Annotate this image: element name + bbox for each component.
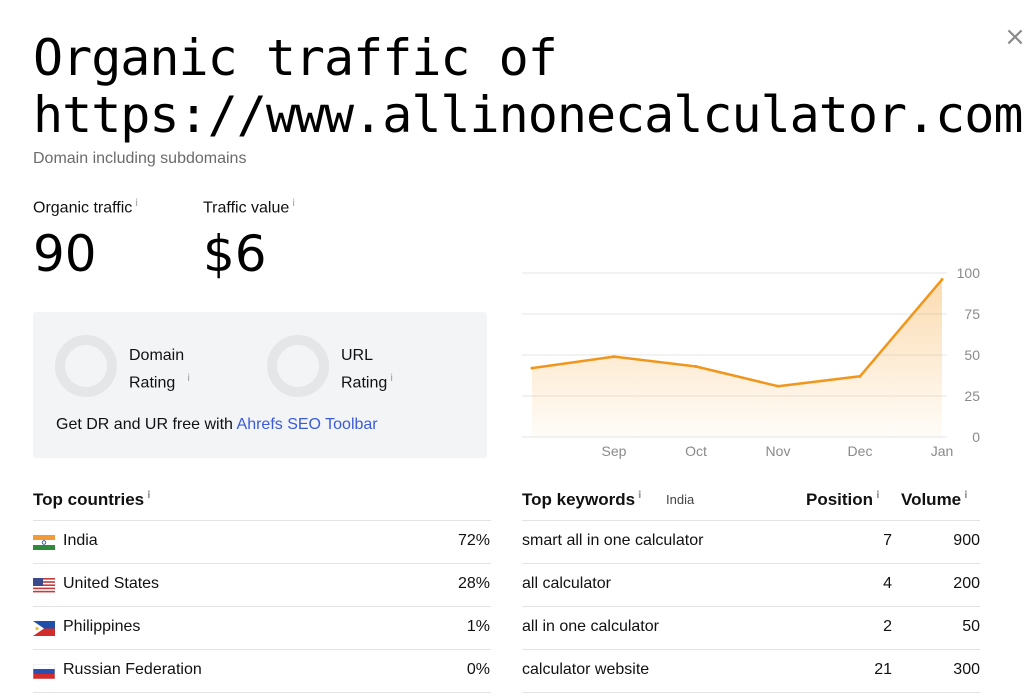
keyword-position: 7 — [883, 532, 892, 549]
country-name[interactable]: Russian Federation — [63, 661, 202, 679]
keyword-text[interactable]: all in one calculator — [522, 618, 659, 636]
chart-y-tick-label: 50 — [964, 347, 980, 363]
country-row-divider — [33, 649, 491, 650]
keyword-position: 21 — [874, 661, 892, 678]
country-share: 0% — [466, 661, 490, 678]
country-share: 72% — [457, 532, 490, 549]
chart-data-point[interactable] — [612, 355, 616, 359]
domain-rating-ring — [55, 335, 117, 397]
keyword-text[interactable]: all calculator — [522, 575, 611, 593]
chart-x-tick-label: Oct — [685, 443, 707, 459]
chart-x-tick-label: Jan — [931, 443, 954, 459]
traffic-chart: Sep Oct Nov Dec Jan 100 75 50 25 0 — [522, 265, 981, 459]
chart-x-tick-label: Sep — [602, 443, 627, 459]
chart-y-tick-label: 75 — [964, 306, 980, 322]
chart-x-tick-label: Nov — [766, 443, 791, 459]
keyword-position: 4 — [883, 575, 892, 592]
chart-data-point[interactable] — [530, 366, 534, 370]
chart-x-tick-label: Dec — [848, 443, 873, 459]
close-icon[interactable]: × — [1002, 24, 1024, 50]
info-icon[interactable]: i — [292, 198, 295, 209]
keyword-text[interactable]: smart all in one calculator — [522, 532, 703, 550]
volume-column-header[interactable]: Volume i — [901, 490, 968, 510]
keywords-header-divider — [522, 520, 980, 521]
info-icon[interactable]: i — [876, 490, 879, 501]
chart-data-point[interactable] — [858, 374, 862, 378]
url-rating-ring — [267, 335, 329, 397]
info-icon[interactable]: i — [390, 373, 393, 384]
organic-traffic-label: Organic traffic i — [33, 198, 138, 217]
info-icon[interactable]: i — [135, 198, 138, 209]
traffic-value-label-text: Traffic value — [203, 199, 290, 217]
keywords-country: India — [666, 492, 695, 507]
country-row-divider — [33, 606, 491, 607]
info-icon[interactable]: i — [147, 490, 150, 501]
info-icon[interactable]: i — [964, 490, 967, 501]
volume-header-text: Volume — [901, 490, 962, 509]
chart-data-point[interactable] — [694, 364, 698, 368]
russia-flag-icon — [33, 664, 55, 679]
keyword-volume: 900 — [953, 532, 980, 549]
india-flag-icon — [33, 535, 55, 550]
toolbar-cta-text: Get DR and UR free with — [56, 416, 237, 433]
ratings-panel: Domain Rating i URL Rating i Get DR and UR… — [33, 312, 487, 458]
top-keywords-title: Top keywords — [522, 490, 636, 509]
domain-rating-label-line1: Domain — [129, 347, 185, 364]
ahrefs-toolbar-link[interactable]: Ahrefs SEO Toolbar — [237, 416, 378, 433]
info-icon[interactable]: i — [187, 373, 190, 384]
domain-rating-label-line2: Rating — [129, 374, 176, 392]
url-rating-label-line1: URL — [341, 347, 374, 364]
chart-y-tick-label: 0 — [972, 429, 980, 445]
organic-traffic-label-text: Organic traffic — [33, 199, 133, 217]
country-share: 28% — [457, 575, 490, 592]
url-rating-label: URL Rating i — [341, 344, 393, 394]
chart-data-point[interactable] — [940, 278, 944, 282]
page-title: Organic traffic of https://www.allinonec… — [33, 29, 1024, 144]
position-header-text: Position — [806, 490, 874, 509]
chart-y-tick-label: 25 — [964, 388, 980, 404]
keyword-row-divider — [522, 606, 980, 607]
chart-data-point[interactable] — [776, 384, 780, 388]
top-countries-header: Top countries i — [33, 490, 151, 510]
chart-y-tick-label: 100 — [957, 265, 981, 281]
url-rating-label-line2: Rating — [341, 374, 388, 392]
country-row-divider — [33, 563, 491, 564]
keyword-row-divider — [522, 649, 980, 650]
country-name[interactable]: India — [63, 532, 98, 550]
traffic-value-value: $6 — [203, 225, 267, 283]
country-name[interactable]: United States — [63, 575, 159, 593]
keyword-row-divider — [522, 692, 980, 693]
country-name[interactable]: Philippines — [63, 618, 140, 636]
keyword-row-divider — [522, 563, 980, 564]
position-column-header[interactable]: Position i — [806, 490, 880, 510]
info-icon[interactable]: i — [638, 490, 641, 501]
domain-rating-label: Domain Rating i — [129, 344, 190, 394]
top-countries-title: Top countries — [33, 490, 145, 509]
keyword-position: 2 — [883, 618, 892, 635]
traffic-value-label: Traffic value i — [203, 198, 295, 217]
keyword-volume: 50 — [962, 618, 980, 635]
page-subtitle: Domain including subdomains — [33, 150, 247, 167]
organic-traffic-value: 90 — [33, 225, 97, 283]
country-row-divider — [33, 692, 491, 693]
us-flag-icon — [33, 578, 55, 593]
country-share: 1% — [466, 618, 490, 635]
keyword-volume: 200 — [953, 575, 980, 592]
keyword-volume: 300 — [953, 661, 980, 678]
philippines-flag-icon — [33, 621, 55, 636]
keyword-text[interactable]: calculator website — [522, 661, 649, 679]
toolbar-cta: Get DR and UR free with Ahrefs SEO Toolb… — [56, 416, 378, 434]
countries-header-divider — [33, 520, 491, 521]
top-keywords-header: Top keywords i — [522, 490, 641, 510]
